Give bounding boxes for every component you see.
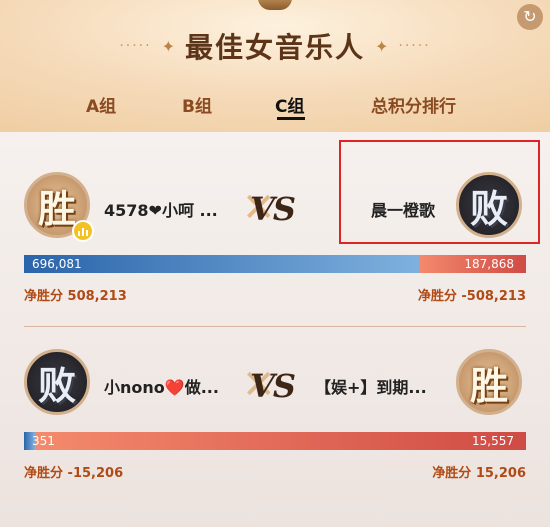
highlight-box bbox=[339, 140, 540, 244]
score-right-2: 15,557 bbox=[472, 434, 514, 448]
net-score-right-1: 净胜分 -508,213 bbox=[418, 285, 526, 304]
net-label: 净胜分 bbox=[432, 466, 472, 481]
score-right-1: 187,868 bbox=[464, 257, 514, 271]
title-dots-right: ····· bbox=[398, 38, 431, 54]
net-score-left-2: 净胜分 -15,206 bbox=[24, 462, 123, 481]
vs-label: VS bbox=[250, 190, 296, 228]
avatar-right-2[interactable]: 胜 bbox=[456, 349, 522, 415]
net-label: 净胜分 bbox=[417, 289, 457, 304]
star-icon-right: ✦ bbox=[375, 36, 389, 56]
bar-chart-icon bbox=[72, 220, 94, 242]
win-badge: 胜 bbox=[37, 185, 76, 231]
tab-group-b[interactable]: B组 bbox=[182, 92, 212, 117]
active-tab-indicator bbox=[277, 117, 305, 120]
tab-group-c[interactable]: C组 bbox=[275, 92, 304, 117]
net-value: -508,213 bbox=[461, 289, 526, 304]
net-score-right-2: 净胜分 15,206 bbox=[432, 462, 526, 481]
avatar-left-2[interactable]: 败 bbox=[24, 349, 90, 415]
title-row: ····· ✦ 最佳女音乐人 ✦ ····· bbox=[0, 26, 550, 66]
vs-label: VS bbox=[250, 367, 296, 405]
lose-badge: 败 bbox=[37, 362, 76, 408]
net-value: -15,206 bbox=[67, 466, 124, 481]
player-name-left-1[interactable]: 4578❤小呵 ... bbox=[104, 197, 218, 221]
score-bar-2: 351 15,557 bbox=[24, 432, 526, 450]
net-score-left-1: 净胜分 508,213 bbox=[24, 285, 127, 304]
divider bbox=[24, 326, 526, 327]
page-title: 最佳女音乐人 bbox=[184, 31, 365, 64]
header-banner: ↻ ····· ✦ 最佳女音乐人 ✦ ····· A组 B组 C组 总积分排行 bbox=[0, 0, 550, 132]
player-name-left-2[interactable]: 小nono❤️做... bbox=[104, 374, 219, 398]
score-bar-left-fill bbox=[24, 255, 419, 273]
tab-total-ranking[interactable]: 总积分排行 bbox=[371, 92, 456, 117]
score-bar-right-fill bbox=[35, 432, 526, 450]
score-left-1: 696,081 bbox=[32, 257, 82, 271]
tab-group-a[interactable]: A组 bbox=[86, 92, 116, 117]
net-value: 15,206 bbox=[475, 466, 526, 481]
net-label: 净胜分 bbox=[24, 289, 64, 304]
player-name-right-2[interactable]: 【娱+】到期... bbox=[315, 374, 427, 398]
net-value: 508,213 bbox=[67, 289, 127, 304]
win-badge: 胜 bbox=[469, 362, 508, 408]
score-left-2: 351 bbox=[32, 434, 55, 448]
vs-emblem: ✕ VS bbox=[234, 180, 314, 236]
star-icon-left: ✦ bbox=[161, 36, 175, 56]
vs-emblem: ✕ VS bbox=[234, 357, 314, 413]
crest-ornament bbox=[258, 0, 292, 10]
net-label: 净胜分 bbox=[24, 466, 64, 481]
title-dots-left: ····· bbox=[119, 38, 152, 54]
score-bar-1: 696,081 187,868 bbox=[24, 255, 526, 273]
